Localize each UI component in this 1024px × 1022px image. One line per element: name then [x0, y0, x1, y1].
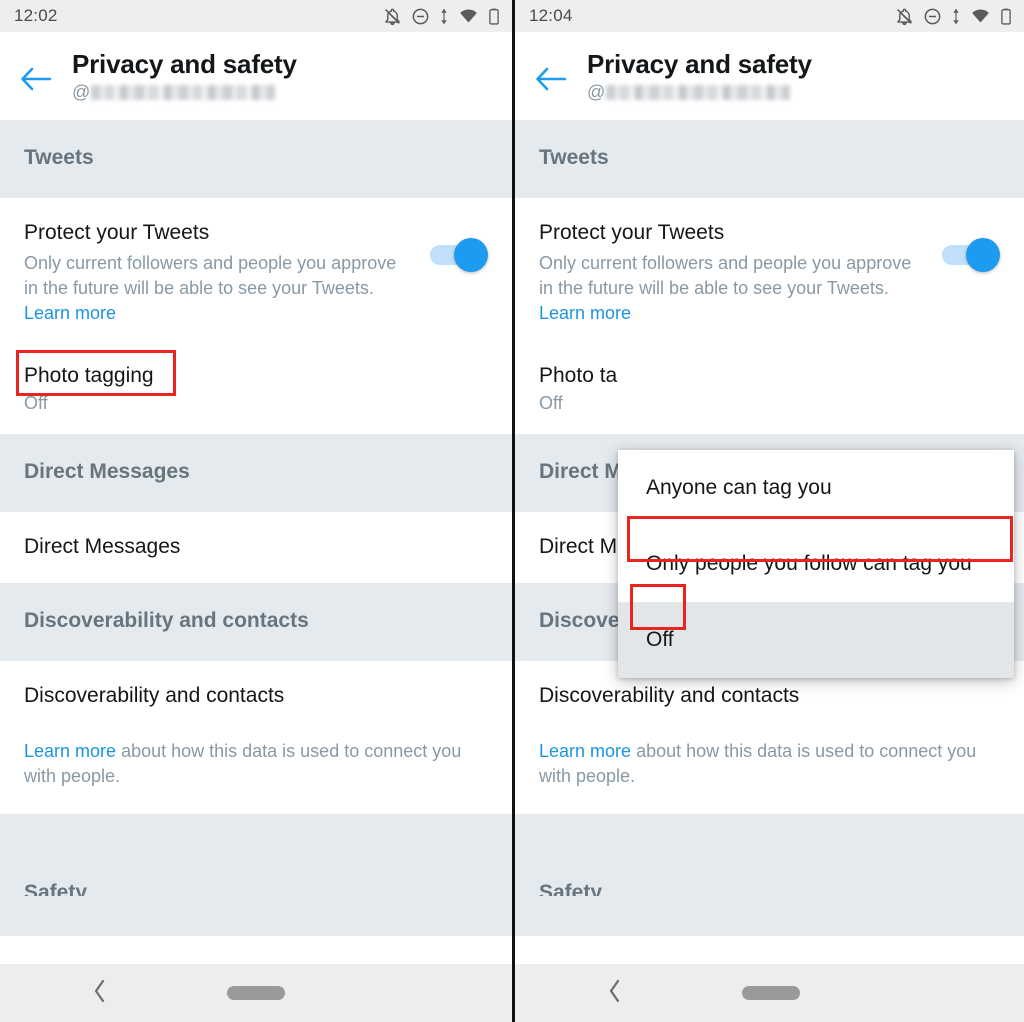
bottom-gray-fill [515, 896, 1024, 937]
notifications-off-icon [895, 7, 914, 26]
status-icon-group [895, 7, 1012, 26]
account-handle: @ [72, 82, 297, 104]
photo-tagging-title: Photo ta [539, 364, 618, 388]
nav-home-button[interactable] [715, 986, 827, 1000]
home-pill-icon [227, 986, 285, 1000]
back-button[interactable] [0, 46, 72, 97]
photo-tagging-value: Off [539, 393, 563, 414]
handle-prefix: @ [72, 82, 91, 102]
protect-tweets-desc-text: Only current followers and people you ap… [24, 253, 397, 298]
right-phone-screen: 12:04 Privacy and safety @ Tweets Protec… [512, 0, 1024, 1022]
learn-more-link[interactable]: Learn more [24, 303, 116, 323]
do-not-disturb-icon [411, 7, 430, 26]
do-not-disturb-icon [923, 7, 942, 26]
toggle-knob [966, 238, 1000, 272]
wifi-icon [970, 7, 991, 26]
settings-list-left: Tweets Protect your Tweets Only current … [0, 120, 512, 1022]
section-header-direct-messages: Direct Messages [0, 434, 512, 513]
app-bar-left: Privacy and safety @ [0, 32, 512, 120]
title-block: Privacy and safety @ [587, 46, 812, 104]
section-spacer [515, 814, 1024, 875]
toggle-knob [454, 238, 488, 272]
app-bar-right: Privacy and safety @ [515, 32, 1024, 120]
section-header-safety-cut: Safety [0, 874, 512, 897]
wifi-icon [458, 7, 479, 26]
section-header-tweets: Tweets [0, 120, 512, 198]
protect-tweets-title: Protect your Tweets [539, 221, 725, 244]
chevron-left-icon [92, 978, 108, 1009]
screenshot-stage: 12:02 Privacy and safety @ Tweets Protec… [0, 0, 1024, 1022]
system-navigation-bar-left [0, 964, 512, 1022]
arrow-left-icon [19, 66, 53, 97]
footer-learn-more-link[interactable]: Learn more [24, 741, 116, 761]
status-bar-left: 12:02 [0, 0, 512, 32]
menu-item-only-people-you-follow[interactable]: Only people you follow can tag you [618, 526, 1014, 602]
photo-tagging-value: Off [24, 393, 48, 414]
protect-tweets-toggle[interactable] [940, 238, 1000, 272]
status-time: 12:04 [529, 6, 573, 25]
redacted-username [91, 85, 276, 100]
page-title: Privacy and safety [587, 49, 812, 79]
section-header-discoverability: Discoverability and contacts [0, 582, 512, 661]
nav-back-button[interactable] [515, 978, 715, 1009]
protect-tweets-desc-text: Only current followers and people you ap… [539, 253, 912, 298]
settings-list-right: Tweets Protect your Tweets Only current … [515, 120, 1024, 1022]
section-spacer [0, 814, 512, 875]
chevron-left-icon [607, 978, 623, 1009]
system-navigation-bar-right [515, 964, 1024, 1022]
learn-more-link[interactable]: Learn more [539, 303, 631, 323]
bottom-gray-fill [0, 896, 512, 937]
data-transfer-icon [439, 7, 449, 26]
account-handle: @ [587, 82, 812, 104]
data-transfer-icon [951, 7, 961, 26]
nav-back-button[interactable] [0, 978, 200, 1009]
section-header-safety-cut: Safety [515, 874, 1024, 897]
menu-item-off[interactable]: Off [618, 602, 1014, 678]
discoverability-footer-note: Learn more about how this data is used t… [0, 730, 512, 815]
redacted-username [606, 85, 791, 100]
photo-tagging-options-menu[interactable]: Anyone can tag you Only people you follo… [618, 450, 1014, 678]
home-pill-icon [742, 986, 800, 1000]
status-bar-right: 12:04 [515, 0, 1024, 32]
arrow-left-icon [534, 66, 568, 97]
protect-tweets-title: Protect your Tweets [24, 221, 210, 244]
row-direct-messages[interactable]: Direct Messages [0, 512, 512, 583]
footer-learn-more-link[interactable]: Learn more [539, 741, 631, 761]
back-button[interactable] [515, 46, 587, 97]
discoverability-title: Discoverability and contacts [539, 683, 800, 707]
protect-tweets-toggle[interactable] [428, 238, 488, 272]
row-protect-your-tweets[interactable]: Protect your Tweets Only current followe… [0, 198, 512, 348]
photo-tagging-title: Photo tagging [24, 364, 154, 388]
discoverability-footer-note: Learn more about how this data is used t… [515, 730, 1024, 815]
page-title: Privacy and safety [72, 49, 297, 79]
battery-icon [488, 7, 500, 26]
protect-tweets-description: Only current followers and people you ap… [24, 251, 412, 325]
handle-prefix: @ [587, 82, 606, 102]
row-photo-tagging[interactable]: Photo ta Off [515, 347, 1024, 435]
section-header-tweets: Tweets [515, 120, 1024, 198]
nav-home-button[interactable] [200, 986, 312, 1000]
row-protect-your-tweets[interactable]: Protect your Tweets Only current followe… [515, 198, 1024, 348]
title-block: Privacy and safety @ [72, 46, 297, 104]
notifications-off-icon [383, 7, 402, 26]
status-time: 12:02 [14, 6, 58, 25]
row-discoverability[interactable]: Discoverability and contacts [0, 660, 512, 731]
row-photo-tagging[interactable]: Photo tagging Off [0, 347, 512, 435]
direct-messages-title: Direct Messages [24, 535, 181, 559]
discoverability-title: Discoverability and contacts [24, 683, 285, 707]
status-icon-group [383, 7, 500, 26]
left-phone-screen: 12:02 Privacy and safety @ Tweets Protec… [0, 0, 512, 1022]
battery-icon [1000, 7, 1012, 26]
menu-item-anyone-can-tag-you[interactable]: Anyone can tag you [618, 450, 1014, 526]
protect-tweets-description: Only current followers and people you ap… [539, 251, 924, 325]
